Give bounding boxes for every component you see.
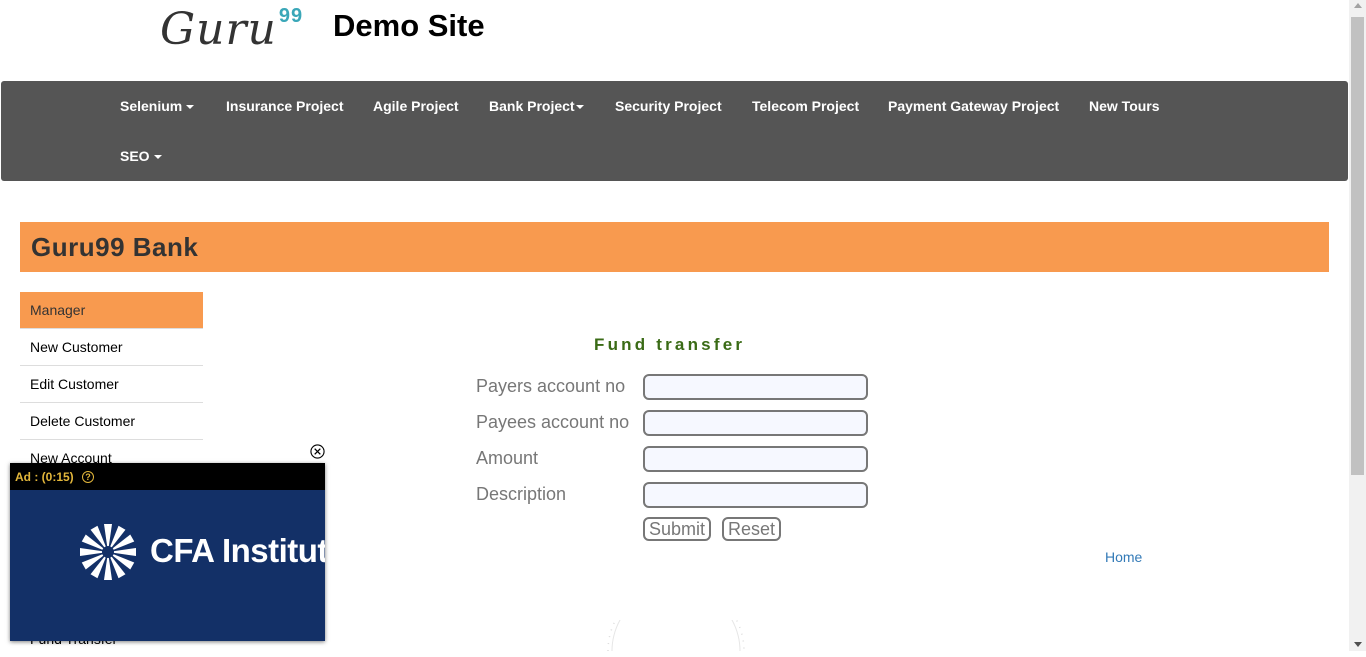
home-link[interactable]: Home [1105,549,1142,565]
help-icon[interactable]: ? [82,471,94,483]
logo-text: Guru [160,4,277,55]
nav-label: SEO [120,148,150,164]
nav-label: Payment Gateway Project [888,98,1060,114]
bank-banner: Guru99 Bank [20,222,1329,272]
sidebar-item-manager[interactable]: Manager [20,292,203,329]
caret-down-icon [153,155,162,160]
bank-title: Guru99 Bank [31,232,199,262]
reset-button[interactable]: Reset [722,517,782,541]
nav-item-payment-gateway-project[interactable]: Payment Gateway Project [888,98,1059,114]
sidebar-item-delete-customer[interactable]: Delete Customer [20,403,203,440]
nav-item-bank-project[interactable]: Bank Project [489,98,584,114]
nav-label: Insurance Project [226,98,344,114]
nav-item-selenium[interactable]: Selenium [120,98,195,114]
description-input[interactable] [643,482,868,508]
ad-timer-bar: Ad : (0:15) ? [10,463,325,490]
nav-item-seo[interactable]: SEO [120,148,162,164]
payers-account-label: Payers account no [476,376,626,396]
nav-label: New Tours [1089,98,1160,114]
nav-item-insurance-project[interactable]: Insurance Project [226,98,344,114]
cfa-institute-logo-icon [80,524,136,580]
caret-down-icon [186,105,195,110]
scrollbar-thumb[interactable] [1351,17,1364,475]
nav-label: Telecom Project [752,98,860,114]
ad-close-icon[interactable] [310,444,325,459]
caret-down-icon [575,105,584,110]
amount-input[interactable] [643,446,868,472]
nav-item-agile-project[interactable]: Agile Project [373,98,459,114]
payees-account-input[interactable] [643,410,868,436]
page-scrollbar[interactable] [1349,0,1366,651]
nav-label: Selenium [120,98,183,114]
ad-timer: Ad : (0:15) [15,470,74,484]
submit-button[interactable]: Submit [643,517,712,541]
main-navbar: Selenium Insurance Project Agile Project… [1,81,1348,181]
sidebar-item-new-customer[interactable]: New Customer [20,329,203,366]
form-heading: Fund transfer [594,335,746,354]
ad-content[interactable]: CFA Institute [10,490,325,641]
guru99-logo[interactable]: Guru 99 [160,4,304,56]
nav-item-security-project[interactable]: Security Project [615,98,722,114]
logo-superscript: 99 [278,5,304,27]
payees-account-label: Payees account no [476,412,630,432]
nav-label: Bank Project [489,98,575,114]
ad-brand-text: CFA Institute [150,532,325,569]
nav-label: Agile Project [373,98,459,114]
video-ad[interactable]: Ad : (0:15) ? CFA Institute [10,463,325,641]
sidebar-item-edit-customer[interactable]: Edit Customer [20,366,203,403]
amount-label: Amount [476,448,539,468]
decorative-seal-arc [607,620,745,651]
site-title: Demo Site [333,8,485,43]
description-label: Description [476,484,567,504]
nav-item-new-tours[interactable]: New Tours [1089,98,1160,114]
scroll-up-arrow-icon[interactable] [1354,3,1362,8]
scroll-down-arrow-icon[interactable] [1354,642,1362,647]
nav-label: Security Project [615,98,722,114]
nav-item-telecom-project[interactable]: Telecom Project [752,98,859,114]
payers-account-input[interactable] [643,374,868,400]
